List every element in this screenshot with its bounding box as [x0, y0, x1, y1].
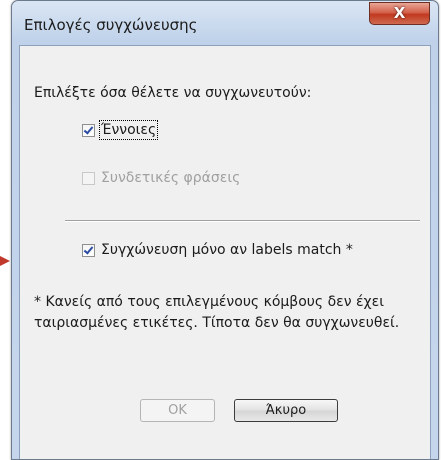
title-bar[interactable]: Επιλογές συγχώνευσης X [12, 1, 438, 35]
close-button[interactable]: X [369, 2, 430, 25]
prompt-text: Επιλέξτε όσα θέλετε να συγχωνευτούν: [34, 85, 312, 101]
dialog-body: Επιλέξτε όσα θέλετε να συγχωνευτούν: Ένν… [19, 45, 431, 459]
merge-options-dialog: Επιλογές συγχώνευσης X Επιλέξτε όσα θέλε… [11, 0, 439, 460]
concepts-checkbox-row[interactable]: Έννοιες [82, 120, 159, 140]
cancel-button[interactable]: Άκυρο [234, 399, 338, 422]
linking-phrases-label: Συνδετικές φράσεις [101, 170, 241, 186]
linking-phrases-checkbox-row: Συνδετικές φράσεις [82, 170, 240, 186]
linking-phrases-checkbox [82, 171, 95, 185]
match-labels-label[interactable]: Συγχώνευση μόνο αν labels match * [101, 242, 353, 258]
window-title: Επιλογές συγχώνευσης [24, 16, 198, 34]
pointer-arrow-icon [0, 256, 10, 266]
footnote-text: * Κανείς από τους επιλεγμένους κόμβους δ… [34, 294, 400, 331]
match-labels-checkbox-row[interactable]: Συγχώνευση μόνο αν labels match * [82, 242, 353, 258]
ok-button[interactable]: OK [140, 399, 215, 422]
concepts-checkbox[interactable] [82, 123, 95, 137]
concepts-label[interactable]: Έννοιες [98, 120, 159, 140]
close-icon: X [393, 4, 406, 22]
screen: Επιλογές συγχώνευσης X Επιλέξτε όσα θέλε… [0, 0, 441, 460]
match-labels-checkbox[interactable] [82, 243, 95, 257]
separator [65, 220, 420, 222]
